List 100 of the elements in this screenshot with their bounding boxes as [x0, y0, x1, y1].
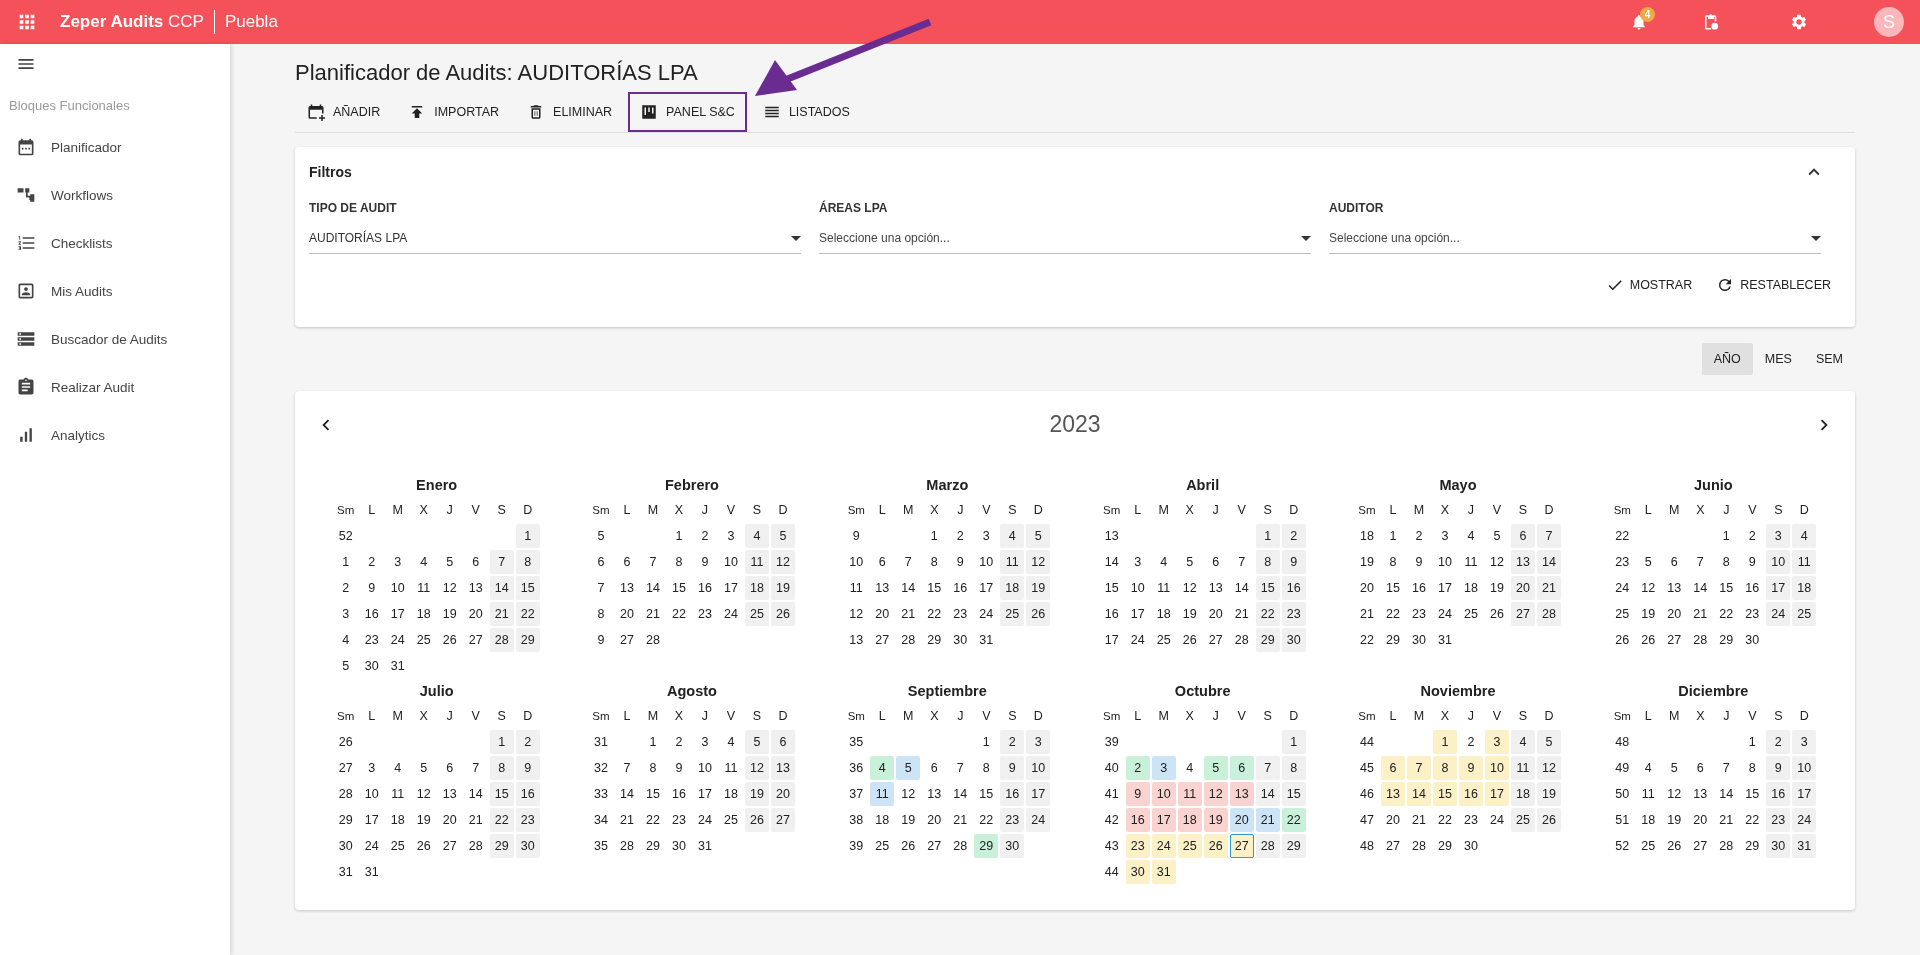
calendar-day[interactable]: 21	[1537, 576, 1561, 600]
calendar-day[interactable]: 23	[1000, 808, 1025, 832]
calendar-day[interactable]: 2	[1281, 524, 1306, 548]
calendar-day[interactable]: 29	[515, 628, 540, 652]
select-field[interactable]: Seleccione una opción...	[1329, 223, 1821, 254]
calendar-day[interactable]: 29	[922, 628, 947, 652]
calendar-day[interactable]: 22	[641, 808, 665, 832]
calendar-day[interactable]: 9	[1125, 782, 1150, 806]
calendar-day[interactable]: 2	[1740, 524, 1765, 548]
calendar-day[interactable]: 21	[1229, 602, 1254, 626]
sidebar-item[interactable]: Buscador de Audits	[0, 315, 230, 363]
calendar-day[interactable]: 27	[1229, 834, 1254, 858]
calendar-day[interactable]: 15	[1433, 782, 1457, 806]
calendar-day[interactable]: 21	[489, 602, 514, 626]
view-tab[interactable]: SEM	[1803, 343, 1855, 375]
calendar-day[interactable]: 23	[359, 628, 384, 652]
calendar-day[interactable]: 1	[667, 524, 691, 548]
calendar-day[interactable]: 6	[922, 756, 947, 780]
calendar-day[interactable]: 16	[1766, 782, 1791, 806]
calendar-day[interactable]: 4	[870, 756, 895, 780]
calendar-day[interactable]: 4	[1459, 524, 1483, 548]
calendar-day[interactable]: 1	[1433, 730, 1457, 754]
calendar-day[interactable]: 6	[615, 550, 639, 574]
calendar-day[interactable]: 20	[1511, 576, 1535, 600]
calendar-day[interactable]: 20	[1381, 808, 1405, 832]
calendar-day[interactable]: 27	[1662, 628, 1687, 652]
calendar-day[interactable]: 30	[1000, 834, 1025, 858]
calendar-day[interactable]: 17	[1485, 782, 1509, 806]
calendar-day[interactable]: 5	[437, 550, 462, 574]
calendar-day[interactable]: 20	[922, 808, 947, 832]
calendar-day[interactable]: 13	[1688, 782, 1713, 806]
calendar-day[interactable]: 20	[1688, 808, 1713, 832]
calendar-day[interactable]: 22	[1381, 602, 1405, 626]
calendar-day[interactable]: 11	[745, 550, 769, 574]
calendar-day[interactable]: 15	[489, 782, 514, 806]
filter-button[interactable]: MOSTRAR	[1605, 276, 1693, 294]
calendar-day[interactable]: 27	[870, 628, 895, 652]
calendar-day[interactable]: 17	[359, 808, 384, 832]
calendar-day[interactable]: 19	[437, 602, 462, 626]
calendar-day[interactable]: 3	[1792, 730, 1817, 754]
calendar-day[interactable]: 29	[1433, 834, 1457, 858]
calendar-day[interactable]: 20	[1662, 602, 1687, 626]
calendar-day[interactable]: 2	[1407, 524, 1431, 548]
calendar-day[interactable]: 22	[1740, 808, 1765, 832]
calendar-day[interactable]: 7	[1537, 524, 1561, 548]
calendar-day[interactable]: 25	[411, 628, 436, 652]
calendar-day[interactable]: 6	[1203, 550, 1228, 574]
calendar-day[interactable]: 29	[1281, 834, 1306, 858]
calendar-day[interactable]: 27	[437, 834, 462, 858]
calendar-day[interactable]: 24	[359, 834, 384, 858]
calendar-day[interactable]: 22	[1281, 808, 1306, 832]
calendar-day[interactable]: 5	[1662, 756, 1687, 780]
calendar-day[interactable]: 14	[1255, 782, 1280, 806]
calendar-day[interactable]: 21	[641, 602, 665, 626]
calendar-day[interactable]: 16	[1740, 576, 1765, 600]
settings-icon[interactable]	[1790, 13, 1808, 31]
calendar-day[interactable]: 20	[1229, 808, 1254, 832]
calendar-day[interactable]: 4	[745, 524, 769, 548]
calendar-day[interactable]: 24	[1125, 628, 1150, 652]
calendar-day[interactable]: 9	[1000, 756, 1025, 780]
calendar-day[interactable]: 29	[1255, 628, 1280, 652]
calendar-day[interactable]: 14	[1714, 782, 1739, 806]
calendar-day[interactable]: 16	[1125, 808, 1150, 832]
calendar-day[interactable]: 25	[1511, 808, 1535, 832]
calendar-day[interactable]: 11	[385, 782, 410, 806]
calendar-day[interactable]: 18	[1511, 782, 1535, 806]
calendar-day[interactable]: 28	[948, 834, 973, 858]
calendar-day[interactable]: 16	[1459, 782, 1483, 806]
calendar-day[interactable]: 19	[1485, 576, 1509, 600]
calendar-day[interactable]: 26	[1026, 602, 1051, 626]
calendar-day[interactable]: 27	[771, 808, 795, 832]
calendar-day[interactable]: 13	[1203, 576, 1228, 600]
calendar-day[interactable]: 23	[1740, 602, 1765, 626]
calendar-day[interactable]: 29	[489, 834, 514, 858]
calendar-day[interactable]: 28	[489, 628, 514, 652]
calendar-day[interactable]: 26	[771, 602, 795, 626]
calendar-day[interactable]: 7	[463, 756, 488, 780]
calendar-day[interactable]: 4	[1151, 550, 1176, 574]
calendar-day[interactable]: 13	[870, 576, 895, 600]
calendar-day[interactable]: 30	[1281, 628, 1306, 652]
calendar-day[interactable]: 1	[974, 730, 999, 754]
calendar-day[interactable]: 22	[667, 602, 691, 626]
calendar-day[interactable]: 9	[1740, 550, 1765, 574]
calendar-day[interactable]: 13	[771, 756, 795, 780]
calendar-day[interactable]: 24	[1433, 602, 1457, 626]
calendar-day[interactable]: 1	[1714, 524, 1739, 548]
calendar-day[interactable]: 22	[1255, 602, 1280, 626]
calendar-day[interactable]: 3	[1125, 550, 1150, 574]
calendar-day[interactable]: 27	[922, 834, 947, 858]
calendar-day[interactable]: 11	[1177, 782, 1202, 806]
calendar-day[interactable]: 23	[1281, 602, 1306, 626]
sidebar-item[interactable]: Workflows	[0, 171, 230, 219]
calendar-day[interactable]: 15	[1381, 576, 1405, 600]
calendar-day[interactable]: 2	[1000, 730, 1025, 754]
calendar-day[interactable]: 8	[1433, 756, 1457, 780]
calendar-day[interactable]: 25	[1636, 834, 1661, 858]
calendar-day[interactable]: 15	[515, 576, 540, 600]
calendar-day[interactable]: 19	[1662, 808, 1687, 832]
calendar-day[interactable]: 10	[974, 550, 999, 574]
calendar-day[interactable]: 8	[1740, 756, 1765, 780]
